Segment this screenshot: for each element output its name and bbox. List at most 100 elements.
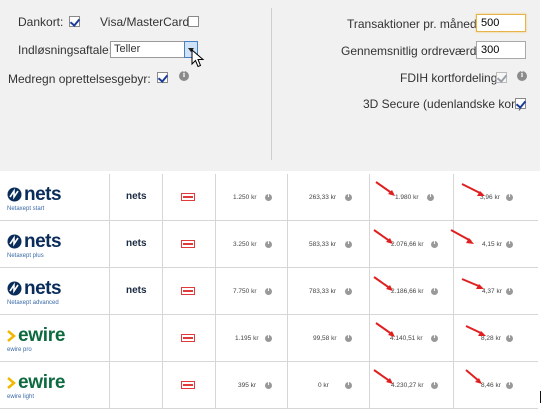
table-row: ewire ewire light 395 kr 0 kr 4.230,27 k… <box>0 362 538 409</box>
info-icon[interactable] <box>265 240 272 248</box>
red-arrow-icon <box>375 322 395 337</box>
info-icon[interactable] <box>345 240 352 248</box>
nets-logo: nets <box>7 278 62 300</box>
info-icon[interactable] <box>506 193 513 201</box>
red-arrow-icon <box>373 229 393 244</box>
pr-transaktion-value: 8,46 kr <box>481 382 501 389</box>
product-name: ewire light <box>7 394 35 400</box>
red-arrow-icon <box>373 369 393 384</box>
info-icon[interactable] <box>345 381 352 389</box>
credit-card-icon <box>181 193 195 201</box>
nets-mark-icon <box>7 234 22 249</box>
product-name: Netaxept start <box>7 206 45 212</box>
info-icon[interactable] <box>265 287 272 295</box>
credit-card-icon <box>181 381 195 389</box>
maaned-value: 0 kr <box>318 382 329 389</box>
info-icon[interactable] <box>345 334 352 342</box>
product-name: Netaxept advanced <box>7 300 59 306</box>
brand-name: nets <box>24 184 62 205</box>
provider-cell <box>109 315 163 361</box>
oprettelse-value: 3.250 kr <box>233 241 257 248</box>
dankort-label: Dankort: <box>18 15 64 29</box>
info-icon[interactable] <box>506 334 513 342</box>
info-icon[interactable] <box>431 287 438 295</box>
red-arrow-icon <box>375 181 395 196</box>
nets-logo: nets <box>7 231 62 253</box>
fdih-info-icon[interactable] <box>517 70 527 81</box>
red-arrow-icon <box>465 325 486 336</box>
provider-name: nets <box>126 191 147 202</box>
red-arrow-icon <box>461 183 485 196</box>
secure-checkbox[interactable] <box>515 98 526 109</box>
red-arrow-icon <box>465 369 482 384</box>
pr-transaktion-value: 4,15 kr <box>482 241 502 248</box>
ewire-chevron-icon <box>7 377 16 389</box>
provider-name: nets <box>126 285 147 296</box>
red-arrow-icon <box>461 278 484 289</box>
nets-logo: nets <box>7 184 62 206</box>
info-icon[interactable] <box>431 240 438 248</box>
indlosning-label: Indløsningsaftale: <box>18 43 113 57</box>
table-row: nets Netaxept plus nets 3.250 kr 583,33 … <box>0 221 538 268</box>
visa-checkbox[interactable] <box>188 16 199 27</box>
info-icon[interactable] <box>431 334 438 342</box>
gebyr-value: 2.186,66 kr <box>391 288 424 295</box>
provider-cell <box>109 362 163 408</box>
brand-name: ewire <box>18 372 66 393</box>
ordrevaerdi-label: Gennemsnitlig ordreværdi: <box>341 44 483 58</box>
transaktioner-label: Transaktioner pr. måned: <box>347 17 480 31</box>
settings-panel: Dankort: Visa/MasterCard: Indløsningsaft… <box>0 0 540 171</box>
gebyr-value: 1.980 kr <box>395 194 419 201</box>
info-icon[interactable] <box>265 334 272 342</box>
credit-card-icon <box>181 334 195 342</box>
dankort-checkbox[interactable] <box>69 16 80 27</box>
text-caret <box>540 391 541 403</box>
info-icon[interactable] <box>506 381 513 389</box>
info-icon[interactable] <box>345 287 352 295</box>
secure-label: 3D Secure (udenlandske kort): <box>363 97 526 111</box>
gebyr-value: 4.230,27 kr <box>391 382 424 389</box>
credit-card-icon <box>181 240 195 248</box>
medregn-label: Medregn oprettelsesgebyr: <box>8 72 151 86</box>
transaktioner-input[interactable] <box>476 14 526 32</box>
maaned-value: 583,33 kr <box>309 241 337 248</box>
ewire-chevron-icon <box>7 330 16 342</box>
nets-mark-icon <box>7 187 22 202</box>
oprettelse-value: 395 kr <box>238 382 257 389</box>
red-arrow-icon <box>450 229 474 244</box>
gebyr-value: 2.076,66 kr <box>391 241 424 248</box>
ewire-logo: ewire <box>7 325 65 347</box>
info-icon[interactable] <box>431 381 438 389</box>
medregn-checkbox[interactable] <box>157 72 168 83</box>
oprettelse-value: 1.195 kr <box>235 335 259 342</box>
visa-label: Visa/MasterCard: <box>100 15 193 29</box>
info-icon[interactable] <box>265 381 272 389</box>
table-row: nets Netaxept start nets 1.250 kr 263,33… <box>0 174 538 221</box>
product-name: ewire pro <box>7 347 32 353</box>
info-icon[interactable] <box>265 193 272 201</box>
nets-mark-icon <box>7 281 22 296</box>
credit-card-icon <box>181 287 195 295</box>
info-icon[interactable] <box>345 193 352 201</box>
medregn-info-icon[interactable] <box>179 70 189 81</box>
ordrevaerdi-input[interactable] <box>476 41 526 59</box>
info-icon[interactable] <box>506 240 513 248</box>
provider-name: nets <box>126 238 147 249</box>
brand-name: nets <box>24 278 62 299</box>
indlosning-select[interactable]: Teller <box>110 41 198 58</box>
table-row: nets Netaxept advanced nets 7.750 kr 783… <box>0 268 538 315</box>
info-icon[interactable] <box>427 193 434 201</box>
oprettelse-value: 1.250 kr <box>233 194 257 201</box>
maaned-value: 99,58 kr <box>313 335 337 342</box>
panel-divider <box>271 8 272 160</box>
table-row: ewire ewire pro 1.195 kr 99,58 kr 4.140,… <box>0 315 538 362</box>
brand-name: nets <box>24 231 62 252</box>
fdih-label: FDIH kortfordeling: <box>400 71 501 85</box>
product-name: Netaxept plus <box>7 253 44 259</box>
red-arrow-icon <box>373 276 393 291</box>
maaned-value: 783,33 kr <box>309 288 337 295</box>
info-icon[interactable] <box>506 287 513 295</box>
maaned-value: 263,33 kr <box>309 194 337 201</box>
brand-name: ewire <box>18 325 66 346</box>
oprettelse-value: 7.750 kr <box>233 288 257 295</box>
